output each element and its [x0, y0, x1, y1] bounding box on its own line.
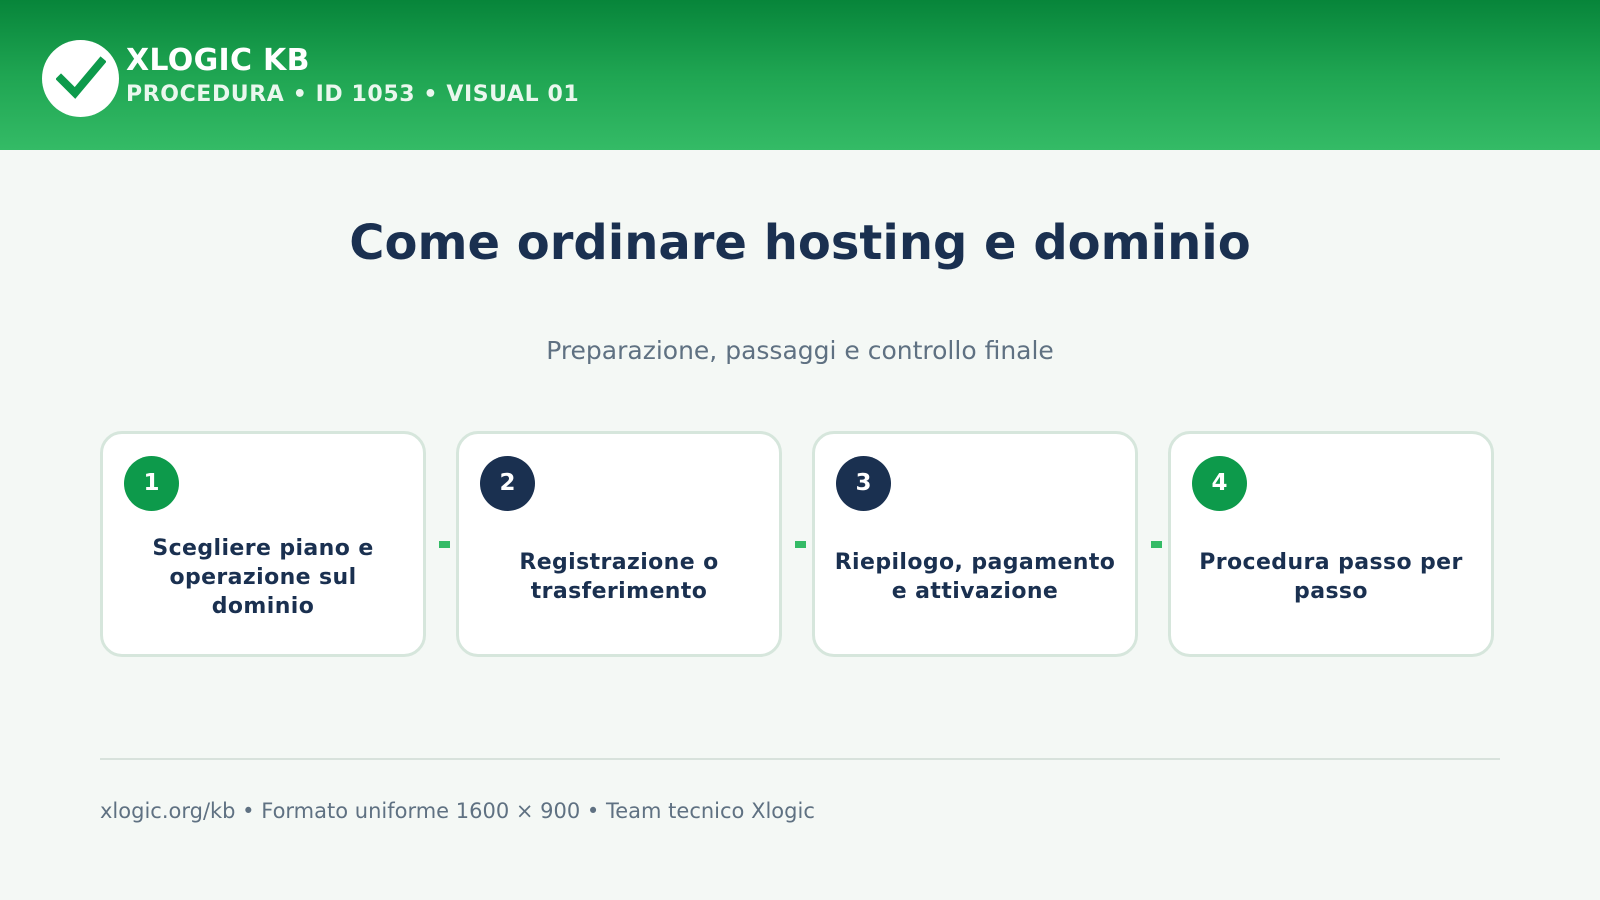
- step-number-badge: 1: [124, 456, 179, 511]
- step-card-3: 3 Riepilogo, pagamento e attivazione: [812, 431, 1138, 657]
- step-label: Scegliere piano e operazione sul dominio: [152, 535, 374, 619]
- checkmark-icon: [55, 55, 106, 99]
- footer-text: xlogic.org/kb • Formato uniforme 1600 × …: [100, 799, 815, 823]
- step-number-badge: 2: [480, 456, 535, 511]
- step-number-badge: 3: [836, 456, 891, 511]
- step-connector: [1151, 541, 1162, 548]
- step-connector: [795, 541, 806, 548]
- page-subtitle: Preparazione, passaggi e controllo final…: [546, 336, 1054, 365]
- step-number-badge: 4: [1192, 456, 1247, 511]
- brand-name: XLOGIC KB: [126, 43, 310, 78]
- step-label: Procedura passo per passo: [1199, 550, 1463, 604]
- header-subtitle: PROCEDURA • ID 1053 • VISUAL 01: [126, 82, 580, 107]
- logo: [42, 40, 119, 117]
- footer-divider: [100, 758, 1500, 760]
- page-title: Come ordinare hosting e dominio: [349, 215, 1251, 271]
- step-label: Registrazione o trasferimento: [519, 550, 719, 604]
- step-label: Riepilogo, pagamento e attivazione: [834, 550, 1116, 604]
- header-banner: XLOGIC KB PROCEDURA • ID 1053 • VISUAL 0…: [0, 0, 1600, 150]
- step-card-1: 1 Scegliere piano e operazione sul domin…: [100, 431, 426, 657]
- step-connector: [439, 541, 450, 548]
- step-card-4: 4 Procedura passo per passo: [1168, 431, 1494, 657]
- step-card-2: 2 Registrazione o trasferimento: [456, 431, 782, 657]
